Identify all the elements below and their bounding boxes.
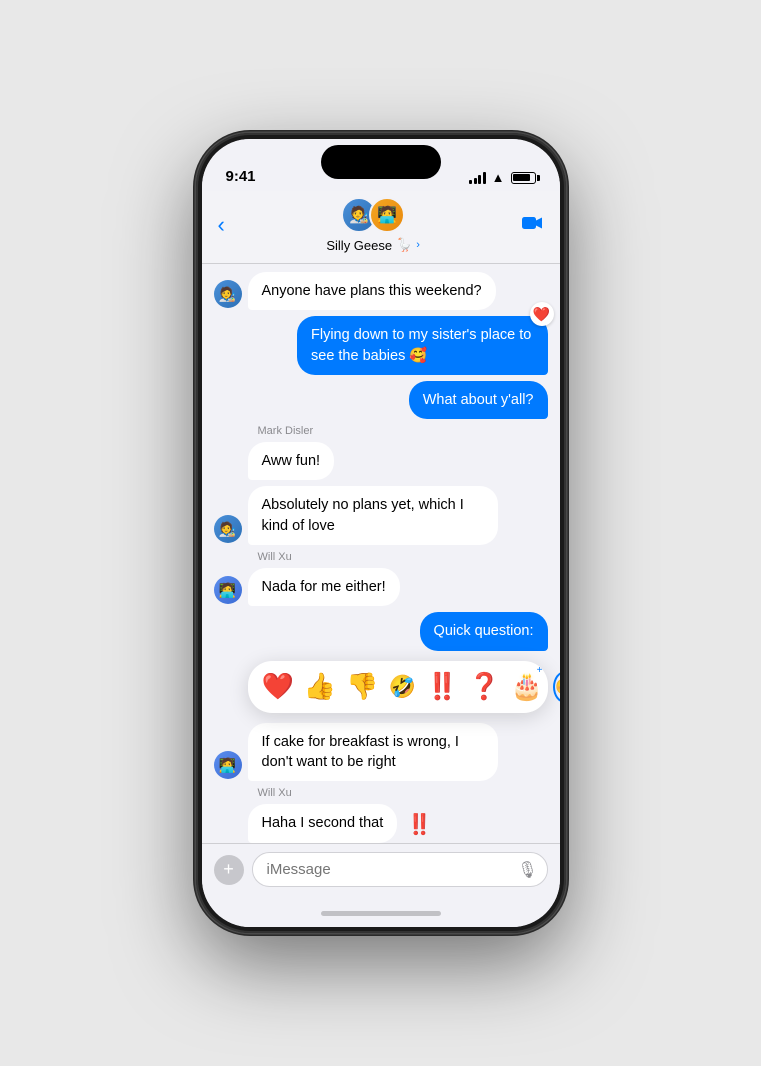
message-row-outgoing: Quick question: — [214, 612, 548, 650]
home-indicator — [202, 899, 560, 927]
tapback-custom-button[interactable]: 😊+ — [553, 671, 559, 703]
tapback-bar[interactable]: ❤️ 👍 👎 🤣 ‼️ ❓ 🎂 😊+ — [248, 661, 548, 713]
message-row-outgoing: What about y'all? — [214, 381, 548, 419]
home-bar — [321, 911, 441, 916]
microphone-button[interactable]: 🎙 — [517, 860, 537, 880]
message-text: Quick question: — [434, 623, 534, 639]
message-bubble[interactable]: Haha I second that — [248, 804, 398, 842]
message-bubble[interactable]: If cake for breakfast is wrong, I don't … — [248, 723, 499, 782]
message-text: Flying down to my sister's place to see … — [311, 327, 531, 363]
phone-screen: 9:41 ▲ ‹ 🧑‍🎨 🧑‍💻 — [202, 139, 560, 927]
message-row: 🧑‍🎨 Anyone have plans this weekend? — [214, 272, 548, 310]
header-chevron-icon: › — [416, 239, 420, 251]
message-bubble[interactable]: Flying down to my sister's place to see … — [297, 316, 548, 375]
battery-icon — [511, 172, 536, 184]
tapback-question[interactable]: ❓ — [468, 671, 500, 702]
message-text: What about y'all? — [423, 392, 534, 408]
tapback-thumbsup[interactable]: 👍 — [304, 671, 336, 702]
message-text: Absolutely no plans yet, which I kind of… — [262, 497, 464, 533]
add-attachment-button[interactable]: + — [214, 855, 244, 885]
video-call-button[interactable] — [522, 214, 544, 237]
message-bubble[interactable]: What about y'all? — [409, 381, 548, 419]
message-bubble[interactable]: Absolutely no plans yet, which I kind of… — [248, 486, 499, 545]
bubble-group: Mark Disler Aww fun! — [248, 425, 335, 480]
phone-frame: 9:41 ▲ ‹ 🧑‍🎨 🧑‍💻 — [196, 133, 566, 933]
sender-name: Will Xu — [248, 551, 400, 563]
tapback-heart[interactable]: ❤️ — [262, 671, 294, 702]
bubble-group: Will Xu Haha I second that — [248, 787, 398, 842]
group-name-row: Silly Geese 🪿 › — [326, 237, 420, 253]
exclamation-reaction: ‼️ — [407, 812, 432, 837]
messages-area: 🧑‍🎨 Anyone have plans this weekend? Flyi… — [202, 264, 560, 843]
message-text: Anyone have plans this weekend? — [262, 283, 482, 299]
header-avatars: 🧑‍🎨 🧑‍💻 — [341, 197, 405, 233]
tapback-exclamation[interactable]: ‼️ — [426, 671, 458, 702]
sender-name: Mark Disler — [248, 425, 335, 437]
message-text: Nada for me either! — [262, 579, 386, 595]
message-bubble[interactable]: Aww fun! — [248, 442, 335, 480]
sender-avatar: 🧑‍💻 — [214, 751, 242, 779]
input-bar: + 🎙 — [202, 843, 560, 899]
tapback-thumbsdown[interactable]: 👎 — [346, 671, 378, 702]
bubble-group-outgoing: Flying down to my sister's place to see … — [297, 316, 548, 375]
bubble-group-outgoing: Quick question: — [420, 612, 548, 650]
signal-icon — [469, 172, 486, 184]
back-button[interactable]: ‹ — [218, 212, 225, 238]
plus-icon: + — [223, 859, 234, 880]
message-row: Will Xu Haha I second that ‼️ — [214, 787, 548, 842]
dynamic-island — [321, 145, 441, 179]
bubble-group: Absolutely no plans yet, which I kind of… — [248, 486, 499, 545]
sender-avatar: 🧑‍🎨 — [214, 280, 242, 308]
chat-header: ‹ 🧑‍🎨 🧑‍💻 Silly Geese 🪿 › — [202, 191, 560, 264]
tapback-haha[interactable]: 🤣 — [389, 674, 416, 700]
bubble-group: If cake for breakfast is wrong, I don't … — [248, 723, 499, 782]
message-row: 🧑‍💻 If cake for breakfast is wrong, I do… — [214, 723, 548, 782]
status-icons: ▲ — [469, 170, 535, 185]
message-input[interactable] — [252, 852, 548, 887]
tapback-cake[interactable]: 🎂 — [511, 671, 543, 702]
message-row: 🧑‍🎨 Absolutely no plans yet, which I kin… — [214, 486, 548, 545]
message-row-outgoing: Flying down to my sister's place to see … — [214, 316, 548, 375]
group-emoji: 🪿 — [396, 237, 412, 253]
header-center[interactable]: 🧑‍🎨 🧑‍💻 Silly Geese 🪿 › — [225, 197, 522, 253]
group-name: Silly Geese — [326, 238, 392, 253]
message-bubble[interactable]: Nada for me either! — [248, 568, 400, 606]
sender-avatar: 🧑‍🎨 — [214, 515, 242, 543]
message-text: If cake for breakfast is wrong, I don't … — [262, 734, 459, 770]
bubble-group-outgoing: What about y'all? — [409, 381, 548, 419]
wifi-icon: ▲ — [492, 170, 505, 185]
sender-name: Will Xu — [248, 787, 398, 799]
sender-avatar: 🧑‍💻 — [214, 576, 242, 604]
avatar-2: 🧑‍💻 — [369, 197, 405, 233]
message-text: Haha I second that — [262, 815, 384, 831]
message-row: Mark Disler Aww fun! — [214, 425, 548, 480]
message-input-wrapper: 🎙 — [252, 852, 548, 887]
message-bubble[interactable]: Anyone have plans this weekend? — [248, 272, 496, 310]
message-row: 🧑‍💻 Will Xu Nada for me either! — [214, 551, 548, 606]
message-text: Aww fun! — [262, 453, 321, 469]
heart-reaction: ❤️ — [530, 302, 554, 326]
message-bubble[interactable]: Quick question: — [420, 612, 548, 650]
bubble-group: Will Xu Nada for me either! — [248, 551, 400, 606]
bubble-group: Anyone have plans this weekend? — [248, 272, 496, 310]
